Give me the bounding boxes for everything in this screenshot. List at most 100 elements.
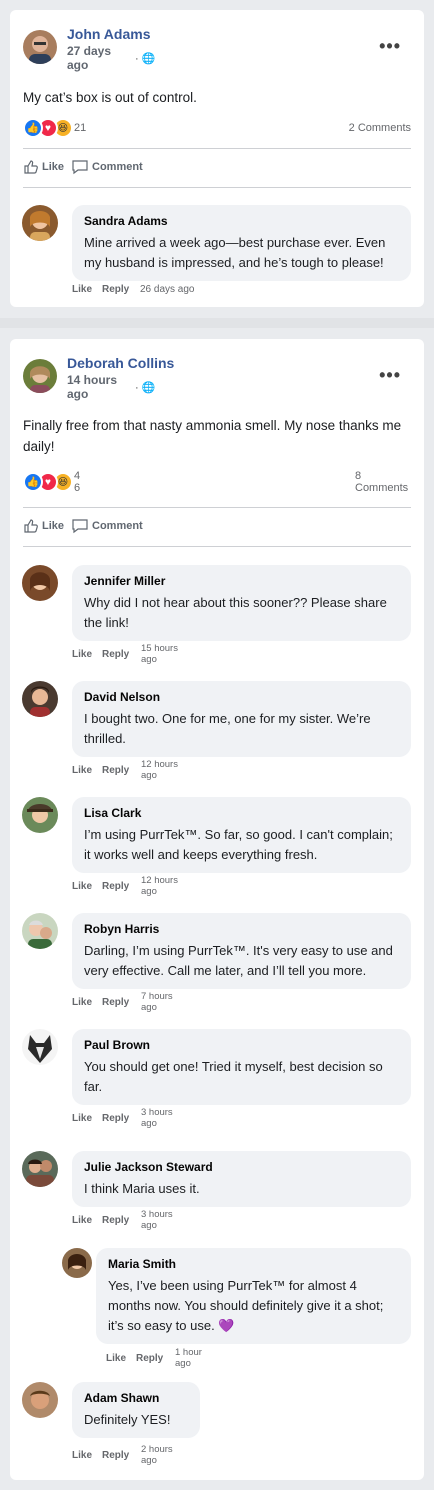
- comment-label: Comment: [92, 520, 143, 532]
- comment-bubble: David Nelson I bought two. One for me, o…: [72, 681, 411, 757]
- globe-icon: · 🌐: [135, 382, 156, 394]
- comment-text: You should get one! Tried it myself, bes…: [84, 1059, 383, 1094]
- comment-time[interactable]: 3 hours ago: [141, 1107, 185, 1129]
- comment-like-button[interactable]: Like: [72, 1215, 92, 1226]
- comment-button[interactable]: Comment: [71, 518, 143, 534]
- avatar[interactable]: [22, 1029, 58, 1065]
- comment-time[interactable]: 12 hours ago: [141, 759, 185, 781]
- comment-reply-button[interactable]: Reply: [102, 1215, 129, 1226]
- thumbs-up-icon: [24, 519, 38, 533]
- commenter-name[interactable]: Julie Jackson Steward: [84, 1159, 399, 1175]
- divider: [23, 148, 411, 149]
- avatar[interactable]: [23, 30, 57, 64]
- avatar[interactable]: [22, 1151, 58, 1187]
- comment-button[interactable]: Comment: [71, 159, 143, 175]
- comment-like-button[interactable]: Like: [72, 881, 92, 892]
- globe-icon: · 🌐: [135, 53, 156, 65]
- like-label: Like: [42, 161, 65, 173]
- comment-reply-button[interactable]: Reply: [102, 1113, 129, 1124]
- post-actions: Like Comment: [23, 518, 411, 540]
- commenter-name[interactable]: Jennifer Miller: [84, 573, 399, 589]
- comment-time[interactable]: 2 hours ago: [141, 1444, 185, 1466]
- commenter-name[interactable]: Maria Smith: [108, 1256, 399, 1272]
- avatar[interactable]: [22, 205, 58, 241]
- comment-count[interactable]: 8 Comments: [355, 470, 411, 494]
- divider: [23, 507, 411, 508]
- comment-reply-button[interactable]: Reply: [102, 765, 129, 776]
- more-options-icon[interactable]: •••: [379, 36, 401, 57]
- post-time[interactable]: 27 days ago: [67, 44, 117, 72]
- avatar[interactable]: [22, 565, 58, 601]
- avatar[interactable]: [22, 681, 58, 717]
- comment-reply-button[interactable]: Reply: [136, 1353, 163, 1364]
- comment-time[interactable]: 15 hours ago: [141, 643, 185, 665]
- comment-like-button[interactable]: Like: [72, 997, 92, 1008]
- comment-text: Yes, I’ve been using PurrTek™ for almost…: [108, 1278, 384, 1333]
- post-author[interactable]: John Adams: [67, 26, 151, 42]
- avatar[interactable]: [22, 913, 58, 949]
- comment-text: Mine arrived a week ago—best purchase ev…: [84, 235, 386, 270]
- avatar[interactable]: [23, 359, 57, 393]
- comment-count[interactable]: 2 Comments: [349, 122, 411, 134]
- comment-reply-button[interactable]: Reply: [102, 649, 129, 660]
- reactions-bar[interactable]: 👍 ♥ 😆 21 2 Comments: [23, 118, 411, 140]
- comment-time[interactable]: 26 days ago: [140, 284, 220, 295]
- like-reaction-icon: 👍: [23, 118, 43, 138]
- comment-like-button[interactable]: Like: [72, 1113, 92, 1124]
- comment-like-button[interactable]: Like: [72, 765, 92, 776]
- post-text: My cat’s box is out of control.: [23, 90, 197, 105]
- avatar[interactable]: [22, 797, 58, 833]
- comment-bubble: Adam Shawn Definitely YES!: [72, 1382, 200, 1438]
- like-label: Like: [42, 520, 65, 532]
- reaction-count[interactable]: 46: [74, 470, 82, 494]
- thumbs-up-icon: [24, 160, 38, 174]
- like-reaction-icon: 👍: [23, 472, 43, 492]
- comment-icon: [72, 160, 88, 175]
- commenter-name[interactable]: Adam Shawn: [84, 1390, 188, 1406]
- comment-time[interactable]: 7 hours ago: [141, 991, 185, 1013]
- comment-bubble: Maria Smith Yes, I’ve been using PurrTek…: [96, 1248, 411, 1344]
- comment-reply-button[interactable]: Reply: [102, 1450, 129, 1461]
- reaction-count[interactable]: 21: [74, 122, 86, 134]
- comment-reply-button[interactable]: Reply: [102, 284, 129, 295]
- like-button[interactable]: Like: [23, 518, 64, 534]
- more-options-icon[interactable]: •••: [379, 365, 401, 386]
- comment-reply-button[interactable]: Reply: [102, 881, 129, 892]
- commenter-name[interactable]: Paul Brown: [84, 1037, 399, 1053]
- comment-bubble: Sandra Adams Mine arrived a week ago—bes…: [72, 205, 411, 281]
- comment-text: Darling, I’m using PurrTek™. It's very e…: [84, 943, 393, 978]
- comment-text: I think Maria uses it.: [84, 1181, 200, 1196]
- comment-text: Definitely YES!: [84, 1412, 171, 1427]
- comment-bubble: Julie Jackson Steward I think Maria uses…: [72, 1151, 411, 1207]
- comment-time[interactable]: 1 hour ago: [175, 1347, 219, 1369]
- post-card: John Adams 27 days ago · 🌐 ••• My cat’s …: [10, 10, 424, 307]
- comment-like-button[interactable]: Like: [72, 649, 92, 660]
- like-button[interactable]: Like: [23, 159, 64, 175]
- comment-like-button[interactable]: Like: [72, 1450, 92, 1461]
- post-card: Deborah Collins 14 hours ago · 🌐 ••• Fin…: [10, 339, 424, 1480]
- comment-like-button[interactable]: Like: [72, 284, 92, 295]
- commenter-name[interactable]: Sandra Adams: [84, 213, 399, 229]
- commenter-name[interactable]: Lisa Clark: [84, 805, 399, 821]
- avatar[interactable]: [22, 1382, 58, 1418]
- post-author[interactable]: Deborah Collins: [67, 355, 174, 371]
- post-header: John Adams 27 days ago · 🌐 •••: [23, 26, 411, 76]
- comment-bubble: Lisa Clark I’m using PurrTek™. So far, s…: [72, 797, 411, 873]
- post-text: Finally free from that nasty ammonia sme…: [23, 418, 402, 454]
- commenter-name[interactable]: David Nelson: [84, 689, 399, 705]
- reactions-bar[interactable]: 👍 ♥ 😆 46 8 Comments: [23, 469, 411, 494]
- post-time[interactable]: 14 hours ago: [67, 373, 117, 401]
- comment-time[interactable]: 12 hours ago: [141, 875, 185, 897]
- comment-reply-button[interactable]: Reply: [102, 997, 129, 1008]
- post-header: Deborah Collins 14 hours ago · 🌐 •••: [23, 355, 411, 405]
- comment-bubble: Robyn Harris Darling, I’m using PurrTek™…: [72, 913, 411, 989]
- feed-separator: [0, 318, 434, 328]
- comment-like-button[interactable]: Like: [106, 1353, 126, 1364]
- avatar[interactable]: [62, 1248, 92, 1278]
- comment-time[interactable]: 3 hours ago: [141, 1209, 185, 1231]
- comment-bubble: Paul Brown You should get one! Tried it …: [72, 1029, 411, 1105]
- comment-bubble: Jennifer Miller Why did I not hear about…: [72, 565, 411, 641]
- divider: [23, 546, 411, 547]
- comment-text: I’m using PurrTek™. So far, so good. I c…: [84, 827, 393, 862]
- commenter-name[interactable]: Robyn Harris: [84, 921, 399, 937]
